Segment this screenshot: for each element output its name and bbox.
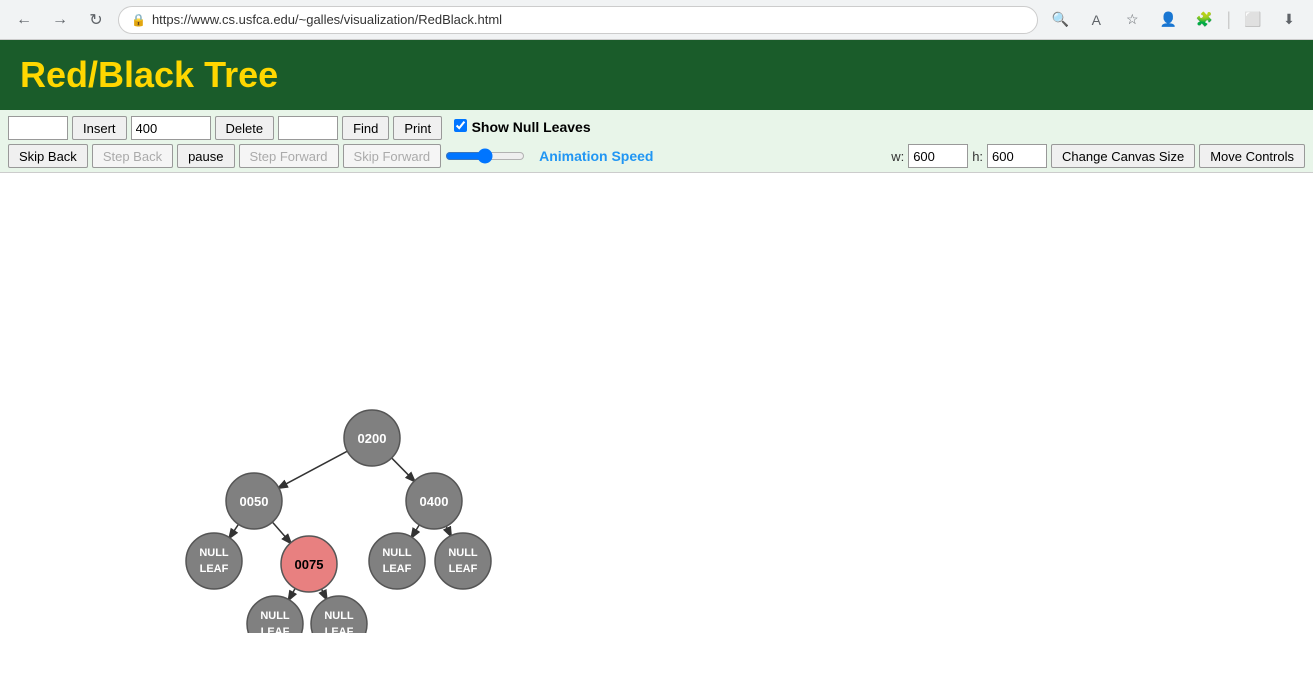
url-text: https://www.cs.usfca.edu/~galles/visuali… bbox=[152, 12, 1025, 27]
find-button[interactable]: Find bbox=[342, 116, 389, 140]
show-null-label: Show Null Leaves bbox=[472, 119, 591, 135]
svg-text:NULL: NULL bbox=[199, 547, 229, 559]
move-controls-button[interactable]: Move Controls bbox=[1199, 144, 1305, 168]
animation-speed-label: Animation Speed bbox=[539, 148, 653, 164]
canvas-area: 0200 0050 0400 0075 NULL LEAF NULL LEAF NULL LEAF… bbox=[0, 173, 1313, 633]
svg-text:0200: 0200 bbox=[358, 431, 387, 446]
canvas-size-group: w: h: Change Canvas Size Move Controls bbox=[891, 144, 1305, 168]
browser-icons: 🔍 A ☆ 👤 🧩 | ⬜ ⬇ bbox=[1046, 6, 1303, 34]
svg-text:NULL: NULL bbox=[324, 610, 354, 622]
svg-text:LEAF: LEAF bbox=[383, 563, 412, 575]
browser-chrome: ← → ↻ 🔒 https://www.cs.usfca.edu/~galles… bbox=[0, 0, 1313, 40]
svg-text:LEAF: LEAF bbox=[325, 626, 354, 633]
print-button[interactable]: Print bbox=[393, 116, 442, 140]
insert-input[interactable] bbox=[8, 116, 68, 140]
svg-text:NULL: NULL bbox=[448, 547, 478, 559]
back-button[interactable]: ← bbox=[10, 6, 38, 34]
w-label: w: bbox=[891, 149, 904, 164]
svg-text:0075: 0075 bbox=[295, 557, 324, 572]
tree-svg: 0200 0050 0400 0075 NULL LEAF NULL LEAF NULL LEAF… bbox=[0, 173, 1313, 633]
sidebar-button[interactable]: ⬜ bbox=[1239, 6, 1267, 34]
download-button[interactable]: ⬇ bbox=[1275, 6, 1303, 34]
insert-button[interactable]: Insert bbox=[72, 116, 127, 140]
pause-button[interactable]: pause bbox=[177, 144, 234, 168]
svg-text:0050: 0050 bbox=[240, 494, 269, 509]
app-header: Red/Black Tree bbox=[0, 40, 1313, 110]
step-back-button[interactable]: Step Back bbox=[92, 144, 173, 168]
extensions-button[interactable]: 🧩 bbox=[1190, 6, 1218, 34]
address-bar[interactable]: 🔒 https://www.cs.usfca.edu/~galles/visua… bbox=[118, 6, 1038, 34]
checkbox-wrapper[interactable]: Show Null Leaves bbox=[454, 119, 591, 137]
bookmark-button[interactable]: ☆ bbox=[1118, 6, 1146, 34]
svg-text:LEAF: LEAF bbox=[200, 563, 229, 575]
svg-text:0400: 0400 bbox=[420, 494, 449, 509]
delete-input[interactable] bbox=[131, 116, 211, 140]
svg-text:LEAF: LEAF bbox=[261, 626, 290, 633]
step-forward-button[interactable]: Step Forward bbox=[239, 144, 339, 168]
font-button[interactable]: A bbox=[1082, 6, 1110, 34]
svg-text:LEAF: LEAF bbox=[449, 563, 478, 575]
page-title: Red/Black Tree bbox=[20, 54, 278, 96]
skip-back-button[interactable]: Skip Back bbox=[8, 144, 88, 168]
separator: | bbox=[1226, 9, 1231, 30]
change-canvas-button[interactable]: Change Canvas Size bbox=[1051, 144, 1195, 168]
show-null-checkbox[interactable] bbox=[454, 119, 467, 132]
svg-text:NULL: NULL bbox=[260, 610, 290, 622]
controls-row-1: Insert Delete Find Print Show Null Leave… bbox=[8, 116, 1305, 140]
controls-area: Insert Delete Find Print Show Null Leave… bbox=[0, 110, 1313, 173]
find-input[interactable] bbox=[278, 116, 338, 140]
lock-icon: 🔒 bbox=[131, 13, 146, 27]
delete-button[interactable]: Delete bbox=[215, 116, 275, 140]
refresh-button[interactable]: ↻ bbox=[82, 6, 110, 34]
profile-button[interactable]: 👤 bbox=[1154, 6, 1182, 34]
skip-forward-button[interactable]: Skip Forward bbox=[343, 144, 442, 168]
svg-text:NULL: NULL bbox=[382, 547, 412, 559]
controls-row-2: Skip Back Step Back pause Step Forward S… bbox=[8, 144, 1305, 168]
forward-button[interactable]: → bbox=[46, 6, 74, 34]
height-input[interactable] bbox=[987, 144, 1047, 168]
speed-slider[interactable] bbox=[445, 148, 525, 164]
h-label: h: bbox=[972, 149, 983, 164]
zoom-button[interactable]: 🔍 bbox=[1046, 6, 1074, 34]
width-input[interactable] bbox=[908, 144, 968, 168]
